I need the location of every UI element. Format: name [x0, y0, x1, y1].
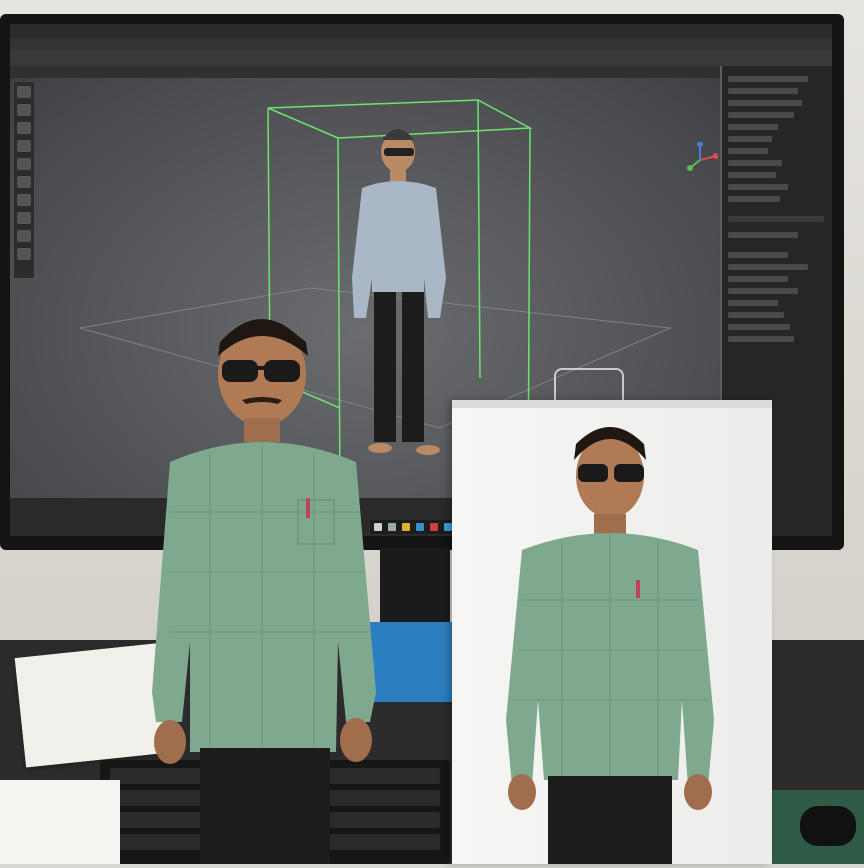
menu-bar[interactable] — [10, 38, 832, 50]
window-title-bar — [10, 24, 832, 38]
document-sheet — [0, 780, 120, 864]
taskbar-app-icon[interactable] — [444, 523, 452, 531]
outliner-row[interactable] — [728, 136, 772, 142]
mouse — [800, 806, 856, 846]
properties-header — [728, 216, 824, 222]
viewport-tabs[interactable] — [10, 66, 720, 78]
properties-row[interactable] — [728, 312, 784, 318]
outliner-row[interactable] — [728, 124, 778, 130]
taskbar-app-icon[interactable] — [388, 523, 396, 531]
axis-gizmo-icon[interactable] — [682, 141, 719, 178]
scale-tool-icon[interactable] — [17, 158, 31, 170]
tool-shelf — [14, 82, 34, 278]
taskbar-app-icon[interactable] — [416, 523, 424, 531]
add-cube-tool-icon[interactable] — [17, 230, 31, 242]
outliner-row[interactable] — [728, 112, 794, 118]
outliner-row[interactable] — [728, 160, 782, 166]
outliner-row[interactable] — [728, 88, 798, 94]
rotate-tool-icon[interactable] — [17, 140, 31, 152]
person-standing — [150, 312, 380, 864]
outliner-row[interactable] — [728, 172, 776, 178]
toolbar[interactable] — [10, 50, 832, 66]
properties-row[interactable] — [728, 276, 788, 282]
properties-row[interactable] — [728, 324, 790, 330]
box-top-edge — [452, 400, 772, 408]
taskbar-app-icon[interactable] — [430, 523, 438, 531]
taskbar-app-icon[interactable] — [402, 523, 410, 531]
properties-row[interactable] — [728, 288, 798, 294]
outliner-row[interactable] — [728, 100, 802, 106]
measure-tool-icon[interactable] — [17, 212, 31, 224]
properties-row[interactable] — [728, 300, 778, 306]
outliner-row[interactable] — [728, 148, 768, 154]
properties-row[interactable] — [728, 232, 798, 238]
blue-file-folder — [370, 622, 456, 702]
properties-row[interactable] — [728, 336, 794, 342]
outliner-row[interactable] — [728, 184, 788, 190]
annotate-tool-icon[interactable] — [17, 194, 31, 206]
cursor-tool-icon[interactable] — [17, 104, 31, 116]
properties-row[interactable] — [728, 264, 808, 270]
extra-tool-icon[interactable] — [17, 248, 31, 260]
product-box — [452, 400, 772, 864]
move-tool-icon[interactable] — [17, 122, 31, 134]
outliner-row[interactable] — [728, 196, 780, 202]
properties-row[interactable] — [728, 252, 788, 258]
select-tool-icon[interactable] — [17, 86, 31, 98]
outliner-row[interactable] — [728, 76, 808, 82]
transform-tool-icon[interactable] — [17, 176, 31, 188]
